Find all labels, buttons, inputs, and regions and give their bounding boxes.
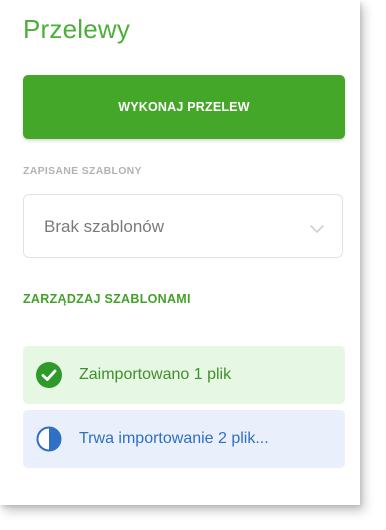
import-progress-notice: Trwa importowanie 2 plik... (23, 410, 345, 468)
page-title: Przelewy (23, 14, 131, 44)
import-success-text: Zaimportowano 1 plik (79, 366, 232, 383)
import-progress-text: Trwa importowanie 2 plik... (79, 430, 269, 447)
templates-select-value: Brak szablonów (44, 217, 165, 236)
saved-templates-label: ZAPISANE SZABLONY (23, 165, 142, 177)
templates-select[interactable]: Brak szablonów (23, 194, 343, 258)
make-transfer-button[interactable]: WYKONAJ PRZELEW (23, 75, 345, 139)
import-success-notice: Zaimportowano 1 plik (23, 346, 345, 404)
pie-progress-icon (36, 426, 62, 452)
transfers-panel: Przelewy WYKONAJ PRZELEW ZAPISANE SZABLO… (0, 0, 360, 505)
manage-templates-link[interactable]: ZARZĄDZAJ SZABLONAMI (23, 292, 191, 306)
check-circle-icon (36, 362, 62, 388)
chevron-down-icon (310, 221, 324, 239)
